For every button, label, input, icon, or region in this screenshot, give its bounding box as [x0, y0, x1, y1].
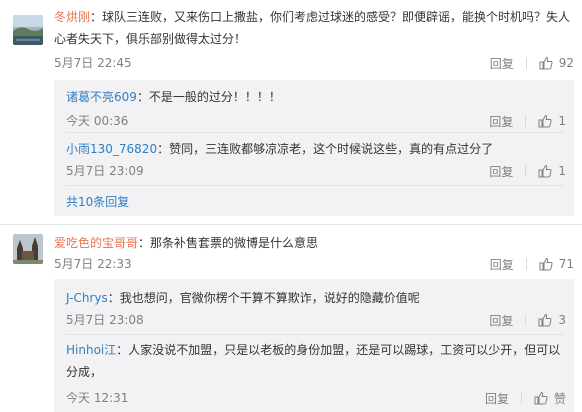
reply-username[interactable]: Hinhoi江: [66, 343, 116, 357]
reply-button[interactable]: 回复: [490, 256, 514, 273]
comment-divider: [0, 224, 582, 225]
reply-button[interactable]: 回复: [489, 113, 513, 130]
thumbs-up-icon: [539, 257, 553, 271]
timestamp: 今天 12:31: [66, 391, 129, 405]
divider: [525, 258, 527, 270]
username[interactable]: 爱吃色的宝哥哥: [54, 236, 138, 250]
reply-text-content: ：我也想问，官微你楞个干算不算欺诈，说好的隐藏价值呢: [107, 291, 420, 305]
comment-text-line: ：那条补售套票的微博是什么意思: [138, 236, 319, 250]
like-button[interactable]: 1: [538, 164, 566, 178]
thumbs-up-icon: [538, 114, 552, 128]
reply-button[interactable]: 回复: [485, 390, 509, 407]
like-button[interactable]: 赞: [534, 390, 566, 407]
like-count: 3: [558, 313, 566, 327]
like-count: 71: [558, 257, 574, 271]
reply-username[interactable]: J-Chrys: [66, 291, 108, 305]
thumbs-up-icon: [538, 164, 552, 178]
like-button[interactable]: 1: [538, 114, 566, 128]
reply-button[interactable]: 回复: [489, 312, 513, 329]
avatar[interactable]: [13, 234, 43, 264]
reply-button[interactable]: 回复: [489, 163, 513, 180]
comment-text-line: 心者失天下，俱乐部别做得太过分！: [54, 32, 247, 46]
divider: [525, 57, 527, 69]
reply-divider: [66, 132, 564, 133]
reply-text-content: ：不是一般的过分！！！！: [136, 90, 281, 104]
divider: [525, 115, 527, 127]
reply-meta: 今天 00:36 回复 1: [66, 112, 574, 130]
reply-username[interactable]: 小雨130_76820: [66, 142, 157, 156]
reply-meta: 今天 12:31 回复 赞: [66, 389, 574, 407]
like-button[interactable]: 3: [538, 313, 566, 327]
reply-text: 诸葛不亮609：不是一般的过分！！！！: [66, 86, 564, 108]
like-button[interactable]: 71: [539, 257, 574, 271]
timestamp: 5月7日 22:45: [54, 56, 132, 70]
reply-text-content: 分成，: [66, 365, 103, 379]
reply-meta: 5月7日 23:09 回复 1: [66, 162, 574, 180]
thumbs-up-icon: [534, 391, 548, 405]
reply-text: J-Chrys：我也想问，官微你楞个干算不算欺诈，说好的隐藏价值呢: [66, 287, 564, 309]
reply-meta: 5月7日 23:08 回复 3: [66, 311, 574, 329]
reply-text-content: ：赞同，三连败都够凉凉老，这个时候说这些，真的有点过分了: [157, 142, 494, 156]
like-count: 赞: [553, 391, 566, 406]
reply-list: J-Chrys：我也想问，官微你楞个干算不算欺诈，说好的隐藏价值呢 5月7日 2…: [54, 279, 574, 412]
more-replies-link[interactable]: 共10条回复: [66, 193, 129, 211]
reply-username[interactable]: 诸葛不亮609: [66, 90, 137, 104]
divider: [525, 165, 527, 177]
like-count: 1: [558, 164, 566, 178]
like-count: 1: [558, 114, 566, 128]
timestamp: 今天 00:36: [66, 114, 129, 128]
reply-text: 小雨130_76820：赞同，三连败都够凉凉老，这个时候说这些，真的有点过分了: [66, 138, 564, 160]
timestamp: 5月7日 23:08: [66, 313, 144, 327]
divider: [525, 314, 527, 326]
username[interactable]: 冬烘刚: [54, 10, 90, 24]
divider: [520, 392, 522, 404]
reply-divider: [66, 185, 564, 186]
reply-list: 诸葛不亮609：不是一般的过分！！！！ 今天 00:36 回复 1 小雨130_…: [54, 80, 574, 216]
reply-text-content: ：人家没说不加盟，只是以老板的身份加盟，还是可以踢球，工资可以少开，但可以: [116, 343, 561, 357]
avatar[interactable]: [13, 15, 43, 45]
like-count: 92: [558, 56, 574, 70]
thumbs-up-icon: [538, 313, 552, 327]
comment-meta: 5月7日 22:45 回复 92: [54, 54, 582, 72]
reply-button[interactable]: 回复: [490, 55, 514, 72]
reply-text: Hinhoi江：人家没说不加盟，只是以老板的身份加盟，还是可以踢球，工资可以少开…: [66, 339, 564, 383]
timestamp: 5月7日 23:09: [66, 164, 144, 178]
comment-meta: 5月7日 22:33 回复 71: [54, 255, 582, 273]
thumbs-up-icon: [539, 56, 553, 70]
like-button[interactable]: 92: [539, 56, 574, 70]
reply-divider: [66, 334, 564, 335]
timestamp: 5月7日 22:33: [54, 257, 132, 271]
comment-text-line: ：球队三连败，又来伤口上撒盐，你们考虑过球迷的感受？即便辟谣，能换个时机吗？失人: [90, 10, 571, 24]
comment-text: 冬烘刚：球队三连败，又来伤口上撒盐，你们考虑过球迷的感受？即便辟谣，能换个时机吗…: [54, 6, 572, 50]
comment-text: 爱吃色的宝哥哥：那条补售套票的微博是什么意思: [54, 232, 572, 254]
